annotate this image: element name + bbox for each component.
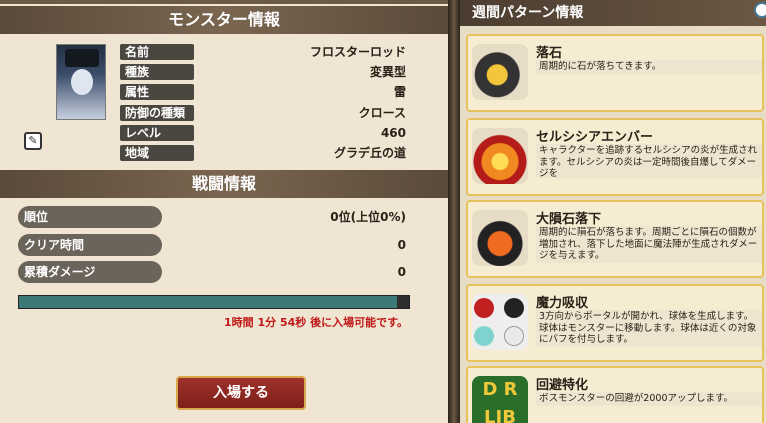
info-label: 属性 — [120, 84, 194, 100]
info-row-element: 属性 雷 — [120, 84, 410, 100]
mana-orbs-icon — [472, 294, 528, 350]
battle-info-header: 戦闘情報 — [0, 170, 448, 198]
pattern-desc: ボスモンスターの回避が2000アップします。 — [536, 392, 762, 406]
reentry-timer-text: 1時間 1分 54秒 後に入場可能です。 — [223, 316, 408, 329]
info-value: 変異型 — [369, 65, 406, 79]
stat-label: クリア時間 — [18, 234, 162, 256]
panel-divider — [448, 0, 460, 423]
pattern-card-rock: 落石 周期的に石が落ちてきます。 — [466, 34, 764, 112]
pattern-title: 落石 — [536, 46, 563, 61]
monster-portrait — [56, 44, 106, 120]
stat-value: 0 — [397, 265, 406, 279]
info-value: クロース — [358, 106, 406, 120]
info-row-level: レベル 460 — [120, 125, 410, 141]
info-label: 地域 — [120, 145, 194, 161]
dr-badge-icon: D R LIB — [472, 376, 528, 423]
stat-row-damage: 累積ダメージ 0 — [18, 261, 410, 283]
info-value: フロスターロッド — [309, 45, 406, 59]
close-icon[interactable] — [754, 2, 766, 18]
top-tab-strip — [0, 0, 448, 4]
info-row-region: 地域 グラデ丘の道 — [120, 145, 410, 161]
pattern-title: 魔力吸収 — [536, 296, 589, 311]
info-value: 雷 — [393, 85, 406, 99]
weekly-pattern-title: 週間パターン情報 — [472, 5, 584, 21]
stat-value: 0位(上位0%) — [330, 210, 406, 224]
pattern-desc: 3方向からポータルが開かれ、球体を生成します。球体はモンスターに移動します。球体… — [536, 310, 762, 347]
red-orb-icon — [474, 298, 494, 318]
info-label: レベル — [120, 125, 194, 141]
info-label: 種族 — [120, 64, 194, 80]
pattern-card-ember: セルシシアエンバー キャラクターを追跡するセルシシアの炎が生成されます。セルシシ… — [466, 118, 764, 196]
pattern-desc: キャラクターを追跡するセルシシアの炎が生成されます。セルシシアの炎は一定時間後自… — [536, 144, 762, 178]
monster-info-header: モンスター情報 — [0, 6, 448, 34]
enter-button[interactable]: 入場する — [176, 376, 306, 410]
stat-row-rank: 順位 0位(上位0%) — [18, 206, 410, 228]
info-row-defense: 防御の種類 クロース — [120, 105, 410, 121]
weekly-pattern-panel: 週間パターン情報 落石 周期的に石が落ちてきます。 セルシシアエンバー キャラク… — [460, 0, 766, 423]
progress-fill — [19, 296, 398, 308]
stat-label: 順位 — [18, 206, 162, 228]
info-row-name: 名前 フロスターロッド — [120, 44, 410, 60]
monster-panel: モンスター情報 ✎ 名前 フロスターロッド 種族 変異型 属性 雷 防御の種類 … — [0, 0, 448, 423]
weekly-pattern-header: 週間パターン情報 — [460, 0, 766, 26]
pattern-card-meteor: 大隕石落下 周期的に隕石が落ちます。周期ごとに隕石の個数が増加され、落下した地面… — [466, 200, 764, 278]
pattern-title: セルシシアエンバー — [536, 130, 654, 145]
stat-row-clear-time: クリア時間 0 — [18, 234, 410, 256]
fire-ember-icon — [472, 128, 528, 184]
pattern-card-mana: 魔力吸収 3方向からポータルが開かれ、球体を生成します。球体はモンスターに移動し… — [466, 284, 764, 362]
info-value: グラデ丘の道 — [333, 146, 406, 160]
reentry-progress-bar — [18, 295, 410, 309]
top-hat-icon — [65, 49, 99, 67]
pattern-title: 大隕石落下 — [536, 212, 602, 227]
meteor-icon — [472, 210, 528, 266]
face-icon — [71, 69, 93, 95]
cyan-orb-icon — [474, 326, 494, 346]
white-orb-icon — [504, 326, 524, 346]
pattern-title: 回避特化 — [536, 378, 589, 393]
info-row-race: 種族 変異型 — [120, 64, 410, 80]
pattern-card-evasion: D R LIB 回避特化 ボスモンスターの回避が2000アップします。 — [466, 366, 764, 423]
pattern-desc: 周期的に隕石が落ちます。周期ごとに隕石の個数が増加され、落下した地面に魔法陣が生… — [536, 226, 762, 263]
stat-label: 累積ダメージ — [18, 261, 162, 283]
info-label: 名前 — [120, 44, 194, 60]
stat-value: 0 — [397, 238, 406, 252]
info-label: 防御の種類 — [120, 105, 194, 121]
falling-rock-icon — [472, 44, 528, 100]
memo-icon[interactable]: ✎ — [24, 132, 42, 150]
pattern-desc: 周期的に石が落ちてきます。 — [536, 60, 762, 74]
dark-orb-icon — [504, 298, 524, 318]
info-value: 460 — [380, 126, 406, 140]
